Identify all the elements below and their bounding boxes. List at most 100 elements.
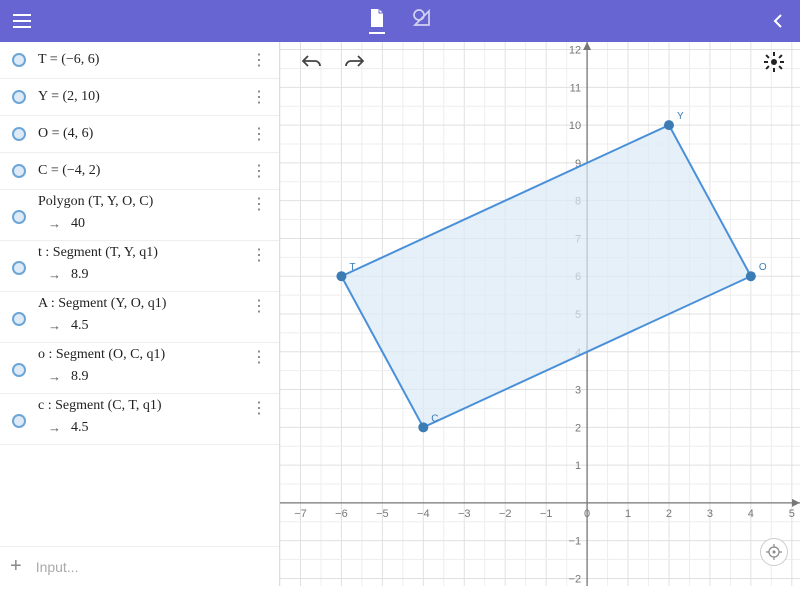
point-label: T (349, 262, 355, 273)
svg-text:−4: −4 (417, 508, 430, 520)
visibility-toggle[interactable] (12, 261, 26, 275)
algebra-row[interactable]: T = (−6, 6)⋮ (0, 42, 279, 79)
result-value: 8.9 (71, 369, 89, 385)
hamburger-icon (13, 14, 31, 28)
chevron-left-icon (773, 14, 783, 28)
visibility-toggle[interactable] (12, 363, 26, 377)
algebra-sidebar: T = (−6, 6)⋮Y = (2, 10)⋮O = (4, 6)⋮C = (… (0, 42, 280, 586)
row-body: Polygon (T, Y, O, C) →40 (38, 194, 245, 232)
svg-text:−6: −6 (335, 508, 348, 520)
point-O[interactable] (746, 271, 756, 281)
visibility-toggle[interactable] (12, 312, 26, 326)
svg-text:1: 1 (575, 460, 581, 472)
visibility-toggle[interactable] (12, 164, 26, 178)
svg-text:2: 2 (575, 422, 581, 434)
row-body: o : Segment (O, C, q1) → 8.9 (38, 347, 245, 385)
svg-text:−3: −3 (458, 508, 471, 520)
tab-tools[interactable] (413, 9, 431, 34)
locate-icon (766, 544, 782, 560)
definition-text: O = (4, 6) (38, 126, 245, 142)
plot-svg[interactable]: −7−6−5−4−3−2−1012345−2−1123456789101112T… (280, 42, 800, 586)
svg-text:11: 11 (570, 82, 581, 94)
point-C[interactable] (418, 422, 428, 432)
svg-text:−2: −2 (569, 573, 582, 585)
collapse-sidebar-button[interactable] (756, 14, 800, 28)
redo-icon (344, 54, 364, 70)
result-text: →40 (38, 216, 245, 232)
undo-icon (302, 54, 322, 70)
visibility-toggle[interactable] (12, 90, 26, 104)
algebra-row[interactable]: Polygon (T, Y, O, C) →40⋮ (0, 190, 279, 241)
point-label: C (431, 413, 438, 424)
algebra-row[interactable]: o : Segment (O, C, q1) → 8.9 ⋮ (0, 343, 279, 394)
row-menu-button[interactable]: ⋮ (245, 124, 273, 144)
definition-text: Polygon (T, Y, O, C) (38, 194, 245, 210)
point-label: O (759, 262, 767, 273)
result-value: 8.9 (71, 267, 89, 283)
svg-text:3: 3 (707, 508, 713, 520)
definition-text: c : Segment (C, T, q1) (38, 398, 245, 414)
row-body: Y = (2, 10) (38, 89, 245, 105)
undo-button[interactable] (298, 48, 326, 76)
algebra-list[interactable]: T = (−6, 6)⋮Y = (2, 10)⋮O = (4, 6)⋮C = (… (0, 42, 279, 546)
definition-text: Y = (2, 10) (38, 89, 245, 105)
arrow-icon: → (48, 369, 61, 385)
point-Y[interactable] (664, 120, 674, 130)
definition-text: T = (−6, 6) (38, 52, 245, 68)
app-toolbar (0, 0, 800, 42)
result-text: → 8.9 (38, 369, 245, 385)
add-icon[interactable]: + (10, 555, 22, 578)
svg-text:−1: −1 (569, 536, 582, 548)
svg-text:5: 5 (789, 508, 795, 520)
svg-text:12: 12 (569, 45, 581, 57)
visibility-toggle[interactable] (12, 127, 26, 141)
result-value: 4.5 (71, 318, 89, 334)
row-body: c : Segment (C, T, q1) →4.5 (38, 398, 245, 436)
tab-algebra[interactable] (369, 9, 385, 34)
definition-text: C = (−4, 2) (38, 163, 245, 179)
svg-text:−7: −7 (294, 508, 307, 520)
algebra-row[interactable]: Y = (2, 10)⋮ (0, 79, 279, 116)
result-text: →4.5 (38, 420, 245, 436)
algebra-row[interactable]: C = (−4, 2)⋮ (0, 153, 279, 190)
svg-text:0: 0 (584, 508, 590, 520)
row-body: t : Segment (T, Y, q1) → 8.9 (38, 245, 245, 283)
definition-text: t : Segment (T, Y, q1) (38, 245, 245, 261)
tools-icon (413, 9, 431, 27)
result-text: → 4.5 (38, 318, 245, 334)
definition-text: A : Segment (Y, O, q1) (38, 296, 245, 312)
visibility-toggle[interactable] (12, 210, 26, 224)
point-label: Y (677, 111, 684, 122)
row-menu-button[interactable]: ⋮ (245, 398, 273, 418)
row-menu-button[interactable]: ⋮ (245, 50, 273, 70)
algebra-row[interactable]: t : Segment (T, Y, q1) → 8.9 ⋮ (0, 241, 279, 292)
input-placeholder: Input... (36, 559, 79, 575)
row-menu-button[interactable]: ⋮ (245, 347, 273, 367)
svg-text:4: 4 (748, 508, 754, 520)
row-menu-button[interactable]: ⋮ (245, 87, 273, 107)
row-body: T = (−6, 6) (38, 52, 245, 68)
arrow-icon: → (48, 267, 61, 283)
visibility-toggle[interactable] (12, 414, 26, 428)
main-menu-button[interactable] (0, 14, 44, 28)
graph-canvas[interactable]: −7−6−5−4−3−2−1012345−2−1123456789101112T… (280, 42, 800, 586)
arrow-icon: → (48, 318, 61, 334)
arrow-icon: → (48, 420, 61, 436)
settings-button[interactable] (760, 48, 788, 76)
input-row[interactable]: + Input... (0, 546, 279, 586)
point-T[interactable] (336, 271, 346, 281)
view-tabs (44, 9, 756, 34)
algebra-row[interactable]: O = (4, 6)⋮ (0, 116, 279, 153)
redo-button[interactable] (340, 48, 368, 76)
definition-text: o : Segment (O, C, q1) (38, 347, 245, 363)
visibility-toggle[interactable] (12, 53, 26, 67)
row-menu-button[interactable]: ⋮ (245, 194, 273, 214)
row-body: O = (4, 6) (38, 126, 245, 142)
algebra-row[interactable]: A : Segment (Y, O, q1) → 4.5 ⋮ (0, 292, 279, 343)
row-menu-button[interactable]: ⋮ (245, 245, 273, 265)
locate-button[interactable] (760, 538, 788, 566)
row-menu-button[interactable]: ⋮ (245, 296, 273, 316)
row-menu-button[interactable]: ⋮ (245, 161, 273, 181)
algebra-row[interactable]: c : Segment (C, T, q1) →4.5⋮ (0, 394, 279, 445)
row-body: C = (−4, 2) (38, 163, 245, 179)
